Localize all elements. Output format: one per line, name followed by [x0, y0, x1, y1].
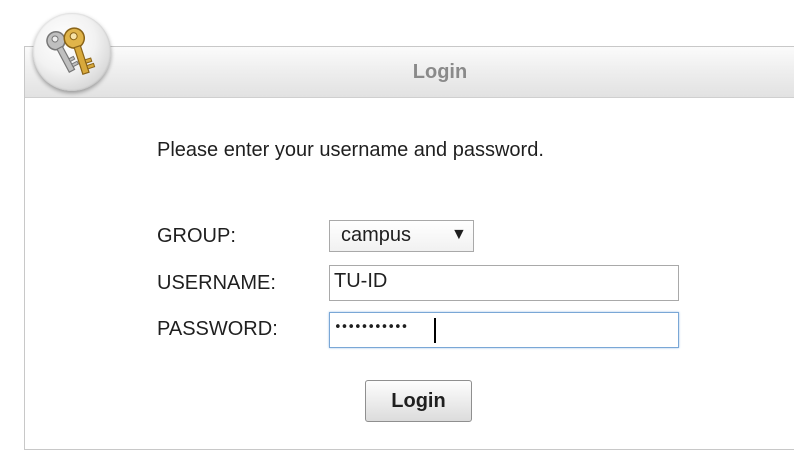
chevron-down-icon: ▼ [451, 226, 467, 243]
username-label: USERNAME: [157, 272, 276, 294]
keys-icon [46, 27, 96, 75]
password-input[interactable]: ••••••••••• [329, 312, 679, 348]
login-title: Login [412, 61, 468, 83]
text-cursor [434, 318, 436, 343]
group-label: GROUP: [157, 225, 236, 247]
group-selected-value: campus [341, 224, 412, 246]
username-value: TU-ID [334, 270, 388, 292]
login-page: Login Please enter your username and pas [0, 0, 794, 452]
username-input[interactable]: TU-ID [329, 265, 679, 301]
password-label: PASSWORD: [157, 318, 278, 340]
group-select[interactable]: campus ▼ [329, 220, 474, 252]
login-button[interactable]: Login [365, 380, 472, 422]
keys-badge [33, 13, 111, 91]
login-instructions: Please enter your username and password. [157, 139, 544, 161]
password-masked-value: ••••••••••• [334, 320, 408, 335]
login-header: Login [25, 47, 794, 98]
